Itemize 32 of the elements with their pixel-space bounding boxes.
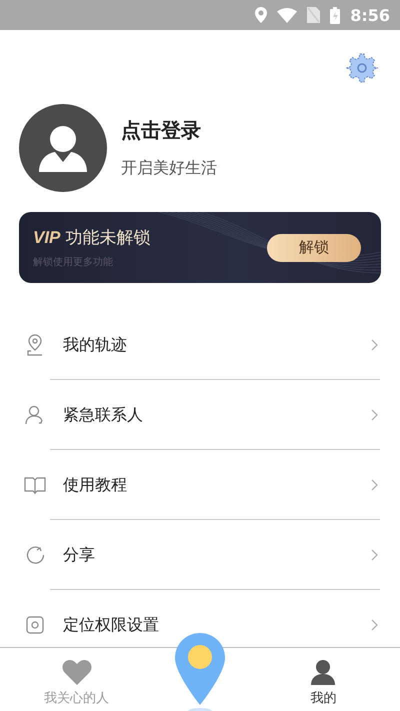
battery-icon [330, 6, 340, 24]
shield-icon [24, 615, 44, 635]
chevron-icon [371, 619, 378, 631]
wifi-icon [277, 8, 298, 22]
person-icon [310, 659, 336, 685]
menu-item[interactable]: 使用教程 [0, 450, 400, 520]
chevron-icon [371, 549, 378, 561]
status-time: 8:56 [350, 6, 390, 24]
refresh-icon [24, 545, 44, 565]
login-link[interactable]: 点击登录 [121, 117, 217, 144]
no-sim-icon [307, 7, 320, 23]
vip-subtitle: 解锁使用更多功能 [33, 256, 114, 269]
location-pin-icon [174, 633, 225, 711]
menu-item[interactable]: 紧急联系人 [0, 380, 400, 450]
profile-subtitle: 开启美好生活 [121, 158, 217, 179]
menu-item[interactable]: 分享 [0, 520, 400, 590]
unlock-button[interactable]: 解锁 [267, 234, 361, 262]
location-icon [255, 7, 268, 23]
chevron-icon [371, 409, 378, 421]
book-icon [24, 476, 46, 494]
heart-icon [62, 659, 92, 685]
location-pin-icon [24, 334, 44, 356]
chevron-icon [371, 479, 378, 491]
settings-icon[interactable] [346, 52, 378, 84]
person-icon [24, 405, 44, 425]
nav-tab[interactable]: 我的 [268, 659, 378, 711]
vip-title: 功能未解锁 [65, 227, 150, 249]
locate-tab[interactable] [174, 633, 225, 711]
vip-logo: VIP [33, 228, 60, 248]
menu-item[interactable]: 我的轨迹 [0, 310, 400, 380]
avatar-icon[interactable] [19, 104, 107, 192]
chevron-icon [371, 339, 378, 351]
